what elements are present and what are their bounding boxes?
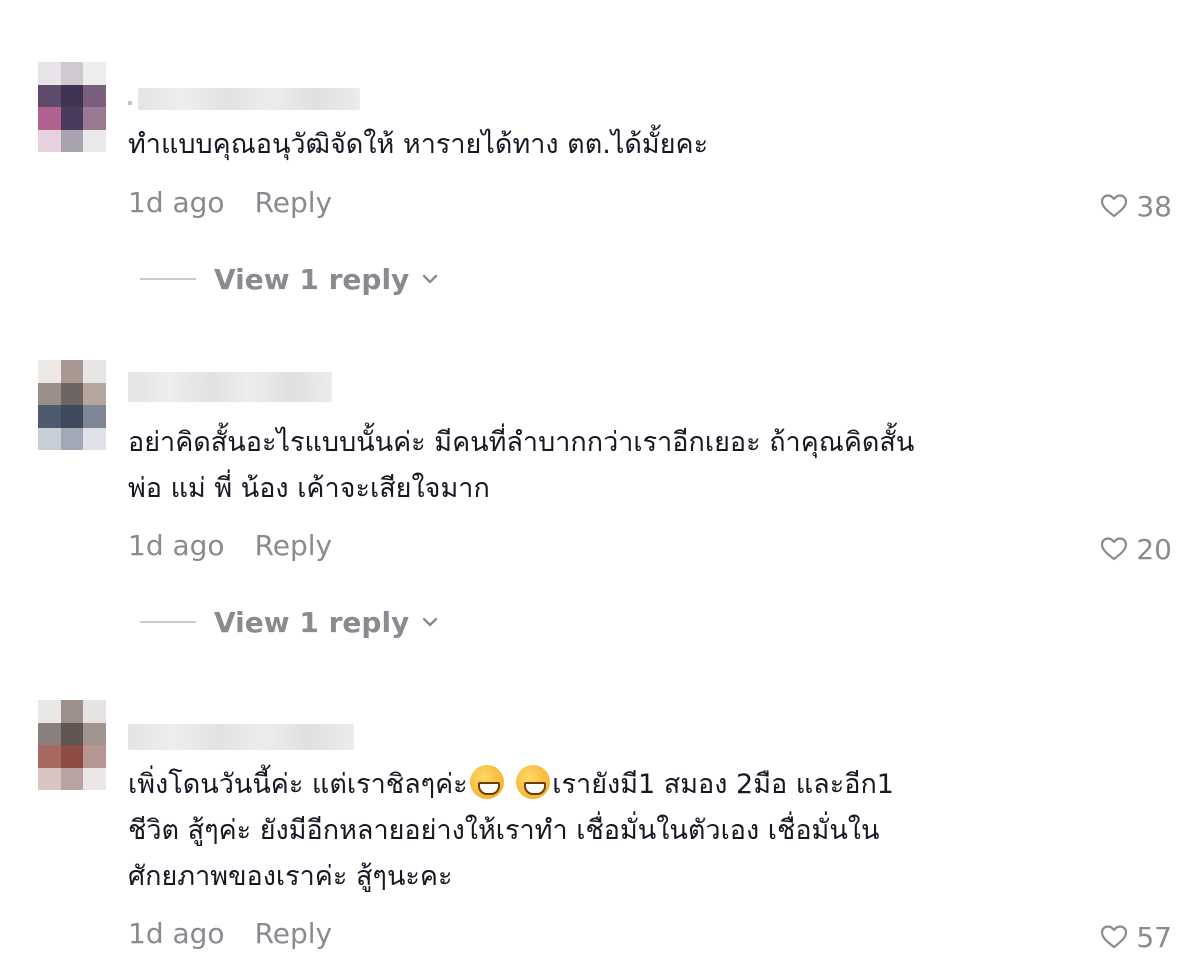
comment-meta: 1d ago Reply (128, 915, 332, 951)
like-count: 57 (1136, 920, 1172, 954)
divider-line (140, 278, 196, 280)
comment-text-part: ชีวิต สู้ๆค่ะ ยังมีอีกหลายอย่างให้เราทำ … (128, 815, 880, 892)
like-button[interactable]: 20 (1100, 531, 1172, 567)
comment-text: อย่าคิดสั้นอะไรแบบนั้นค่ะ มีคนที่ลำบากกว… (128, 427, 915, 504)
heart-outline-icon (1101, 537, 1128, 561)
heart-outline-icon (1101, 925, 1128, 949)
comment-time: 1d ago (128, 528, 225, 562)
comment-text-part: เรายังมี1 สมอง 2มือ และอีก1 (552, 769, 894, 800)
like-button[interactable]: 38 (1100, 188, 1172, 224)
like-button[interactable]: 57 (1100, 919, 1172, 955)
view-replies-label: View 1 reply (214, 605, 410, 639)
grinning-face-emoji (469, 765, 504, 799)
like-count: 20 (1136, 532, 1172, 566)
chevron-down-icon (423, 274, 438, 284)
heart-outline-icon (1101, 194, 1128, 218)
username-blurred[interactable] (128, 372, 332, 402)
avatar[interactable] (38, 62, 106, 152)
username-blurred[interactable] (128, 84, 360, 114)
reply-button[interactable]: Reply (255, 186, 333, 219)
comment-text: เพิ่งโดนวันนี้ค่ะ แต่เราชิลๆค่ะ เรายังมี… (128, 762, 1088, 900)
username-blurred[interactable] (128, 722, 354, 752)
view-replies-button[interactable]: View 1 reply (140, 604, 439, 640)
comment-meta: 1d ago Reply (128, 527, 332, 563)
avatar[interactable] (38, 360, 106, 450)
grinning-face-emoji (516, 765, 551, 799)
comment-time: 1d ago (128, 185, 225, 219)
reply-button[interactable]: Reply (255, 529, 333, 562)
reply-button[interactable]: Reply (255, 917, 333, 950)
like-count: 38 (1136, 189, 1172, 223)
view-replies-label: View 1 reply (214, 262, 410, 296)
divider-line (140, 621, 196, 623)
avatar[interactable] (38, 700, 106, 790)
chevron-down-icon (423, 617, 438, 627)
view-replies-button[interactable]: View 1 reply (140, 261, 439, 297)
comment-text: ทำแบบคุณอนุวัฒิจัดให้ หารายได้ทาง ตต.ได้… (128, 129, 709, 160)
comment-meta: 1d ago Reply (128, 184, 332, 220)
comment-text-part: เพิ่งโดนวันนี้ค่ะ แต่เราชิลๆค่ะ (128, 769, 468, 800)
comment-time: 1d ago (128, 916, 225, 950)
